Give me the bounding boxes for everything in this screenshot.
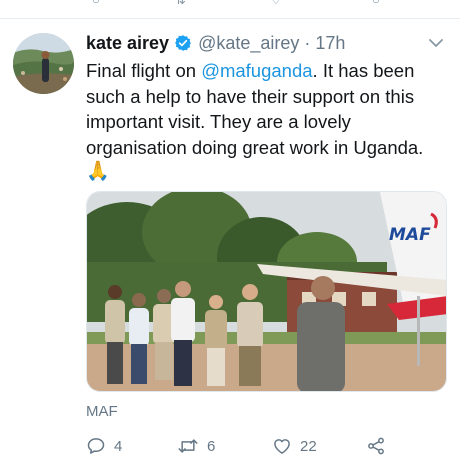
verified-badge-icon xyxy=(174,34,192,52)
tweet-timestamp[interactable]: 17h xyxy=(315,33,345,54)
mention-link[interactable]: @mafuganda xyxy=(201,60,312,81)
photo-source-label[interactable]: MAF xyxy=(86,403,118,420)
reply-count: 4 xyxy=(114,437,123,455)
avatar[interactable] xyxy=(13,33,74,94)
prev-retweet-icon[interactable]: ⇅ xyxy=(175,0,186,8)
reply-button[interactable]: 4 xyxy=(86,436,122,456)
tweet-photo[interactable]: MAF xyxy=(86,191,447,392)
tweet-header: kate airey @kate_airey · 17h xyxy=(86,32,345,54)
tweet[interactable]: kate airey @kate_airey · 17h Final fligh… xyxy=(0,19,460,475)
chevron-down-icon[interactable] xyxy=(428,35,444,53)
maf-logo-text: MAF xyxy=(389,225,431,245)
retweet-count: 6 xyxy=(207,437,216,455)
display-name[interactable]: kate airey xyxy=(86,33,169,54)
share-button[interactable] xyxy=(366,436,386,456)
reply-icon xyxy=(87,438,105,454)
tweet-text-intro: Final flight on xyxy=(86,60,202,81)
heart-icon xyxy=(274,439,290,454)
share-icon xyxy=(368,437,384,455)
prev-reply-icon[interactable]: ○ xyxy=(92,0,100,7)
separator-dot: · xyxy=(304,32,311,53)
folded-hands-emoji: 🙏 xyxy=(86,161,110,182)
photo-image: MAF xyxy=(87,192,446,391)
tweet-actions: 4 6 22 xyxy=(86,436,406,460)
tweet-text: Final flight on @mafuganda. It has been … xyxy=(86,58,446,160)
avatar-image xyxy=(13,33,74,94)
retweet-button[interactable]: 6 xyxy=(177,436,215,456)
retweet-icon xyxy=(178,439,198,453)
like-button[interactable]: 22 xyxy=(272,436,317,456)
prev-share-icon[interactable]: ○ xyxy=(372,0,380,7)
previous-tweet-actions: ○ ⇅ ♡ ○ xyxy=(0,0,460,14)
prev-like-icon[interactable]: ♡ xyxy=(270,0,282,8)
user-handle[interactable]: @kate_airey xyxy=(198,33,299,54)
like-count: 22 xyxy=(300,437,317,455)
